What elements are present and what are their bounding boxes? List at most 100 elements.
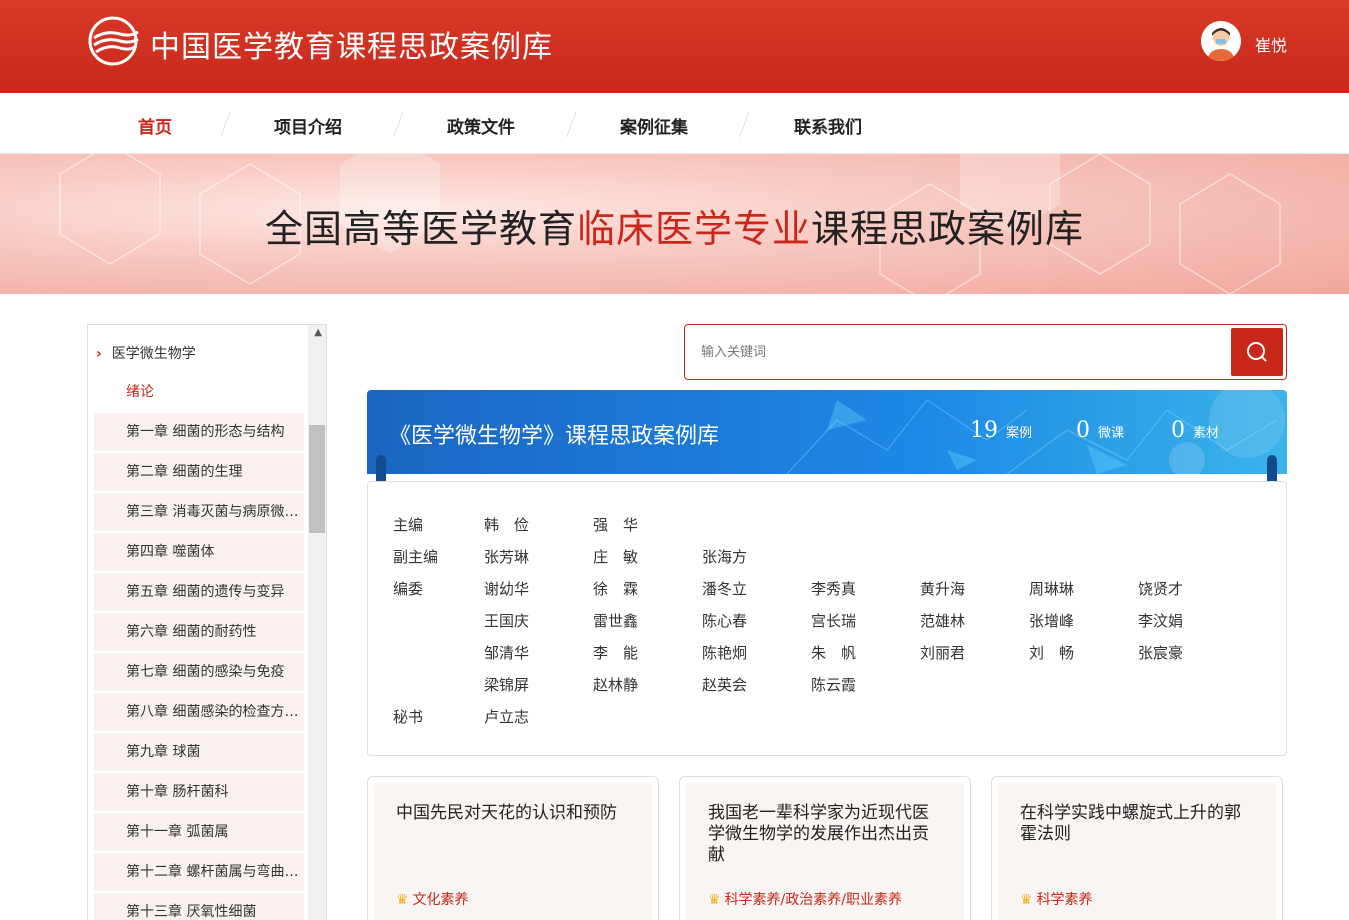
sidebar-item[interactable]: 第十二章 螺杆菌属与弯曲菌属 — [94, 853, 304, 891]
sidebar-item[interactable]: 第七章 细菌的感染与免疫 — [94, 653, 304, 691]
stat-microcourses[interactable]: 0 微课 — [1076, 418, 1124, 443]
course-title: 《医学微生物学》课程思政案例库 — [389, 424, 720, 449]
editor-name: 陈艳炯 — [702, 644, 748, 662]
stat-microcourses-count: 0 — [1076, 418, 1090, 443]
editor-name: 韩 俭 — [484, 516, 530, 534]
avatar[interactable] — [1201, 21, 1241, 61]
site-title[interactable]: 中国医学教育课程思政案例库 — [150, 22, 553, 66]
scroll-up-arrow-icon[interactable]: ▲ — [314, 327, 322, 338]
editor-name: 刘 畅 — [1029, 644, 1075, 662]
search-button[interactable] — [1231, 328, 1283, 376]
role-deputy-editor: 副主编 — [393, 548, 439, 566]
editor-name: 赵林静 — [593, 676, 639, 694]
sidebar-item[interactable]: 第十章 肠杆菌科 — [94, 773, 304, 811]
nav-divider — [393, 111, 404, 137]
sidebar-item[interactable]: 第十三章 厌氧性细菌 — [94, 893, 304, 920]
editors-panel: 主编 韩 俭 强 华 副主编 张芳琳 庄 敏 张海方 编委 谢幼华 徐 霖 潘冬… — [367, 481, 1287, 756]
sidebar-item[interactable]: 第五章 细菌的遗传与变异 — [94, 573, 304, 611]
hero-banner: 全国高等医学教育临床医学专业课程思政案例库 — [0, 154, 1349, 294]
stat-materials[interactable]: 0 素材 — [1171, 418, 1219, 443]
case-card[interactable]: 在科学实践中螺旋式上升的郭霍法则 ♛ 科学素养 — [991, 776, 1283, 920]
top-header: 中国医学教育课程思政案例库 崔悦 — [0, 0, 1349, 93]
editor-name: 朱 帆 — [811, 644, 857, 662]
user-avatar-icon — [1201, 21, 1241, 61]
editor-name: 范雄林 — [920, 612, 966, 630]
nav-contact[interactable]: 联系我们 — [794, 113, 862, 138]
editor-name: 陈云霞 — [811, 676, 857, 694]
sidebar-item[interactable]: 第八章 细菌感染的检查方法与防治原则 — [94, 693, 304, 731]
editor-name: 饶贤才 — [1138, 580, 1184, 598]
editor-name: 黄升海 — [920, 580, 966, 598]
case-card-tag-label: 文化素养 — [412, 892, 469, 908]
nav-home[interactable]: 首页 — [138, 113, 172, 138]
case-card[interactable]: 我国老一辈科学家为近现代医学微生物学的发展作出杰出贡献 ♛ 科学素养/政治素养/职… — [679, 776, 971, 920]
sidebar-item[interactable]: 第一章 细菌的形态与结构 — [94, 413, 304, 451]
course-header: 《医学微生物学》课程思政案例库 19 案例 0 微课 0 素材 — [367, 390, 1287, 474]
editor-name: 邹清华 — [484, 644, 530, 662]
editor-name: 徐 霖 — [593, 580, 639, 598]
editor-name: 卢立志 — [484, 708, 530, 726]
sidebar-root-label: 医学微生物学 — [111, 346, 196, 362]
sidebar-item[interactable]: 第二章 细菌的生理 — [94, 453, 304, 491]
editor-name: 刘丽君 — [920, 644, 966, 662]
editor-name: 陈心春 — [702, 612, 748, 630]
banner-title: 全国高等医学教育临床医学专业课程思政案例库 — [0, 198, 1349, 253]
stat-microcourses-label: 微课 — [1098, 426, 1125, 441]
editor-name: 庄 敏 — [593, 548, 639, 566]
banner-title-highlight: 临床医学专业 — [576, 207, 811, 251]
editor-name: 赵英会 — [702, 676, 748, 694]
editor-name: 周琳琳 — [1029, 580, 1075, 598]
editor-name: 李汶娟 — [1138, 612, 1184, 630]
scrollbar-thumb[interactable] — [309, 425, 325, 533]
sidebar-item[interactable]: 第十一章 弧菌属 — [94, 813, 304, 851]
case-card-title[interactable]: 中国先民对天花的认识和预防 — [396, 803, 632, 824]
crown-icon: ♛ — [1020, 892, 1033, 908]
stat-cases-count: 19 — [970, 418, 998, 443]
username[interactable]: 崔悦 — [1255, 32, 1287, 56]
role-committee: 编委 — [393, 580, 424, 598]
sidebar-item-intro[interactable]: 绪论 — [94, 373, 304, 411]
case-card-title[interactable]: 在科学实践中螺旋式上升的郭霍法则 — [1020, 803, 1256, 845]
sidebar-item[interactable]: 第三章 消毒灭菌与病原微生物实验室生物安全 — [94, 493, 304, 531]
sidebar-item[interactable]: 第四章 噬菌体 — [94, 533, 304, 571]
nav-divider — [739, 111, 750, 137]
search-icon — [1247, 342, 1267, 362]
sidebar-root-item[interactable]: › 医学微生物学 — [96, 343, 196, 363]
stat-cases[interactable]: 19 案例 — [970, 418, 1032, 443]
nav-project-intro[interactable]: 项目介绍 — [274, 113, 342, 138]
crown-icon: ♛ — [396, 892, 409, 908]
banner-title-suffix: 课程思政案例库 — [811, 207, 1085, 251]
sidebar-item[interactable]: 第六章 细菌的耐药性 — [94, 613, 304, 651]
role-secretary: 秘书 — [393, 708, 424, 726]
stat-materials-label: 素材 — [1193, 426, 1220, 441]
case-card-title[interactable]: 我国老一辈科学家为近现代医学微生物学的发展作出杰出贡献 — [708, 803, 944, 866]
case-card-tag: ♛ 科学素养 — [1020, 889, 1093, 909]
editor-name: 张海方 — [702, 548, 748, 566]
sidebar-item[interactable]: 第九章 球菌 — [94, 733, 304, 771]
editor-name: 雷世鑫 — [593, 612, 639, 630]
stat-cases-label: 案例 — [1006, 426, 1033, 441]
nav-divider — [566, 111, 577, 137]
chapter-sidebar: › 医学微生物学 绪论 第一章 细菌的形态与结构 第二章 细菌的生理 第三章 消毒… — [87, 324, 327, 920]
crown-icon: ♛ — [708, 892, 721, 908]
nav-divider — [220, 111, 231, 137]
case-card-body: 在科学实践中螺旋式上升的郭霍法则 ♛ 科学素养 — [998, 783, 1276, 920]
editor-name: 王国庆 — [484, 612, 530, 630]
search-input[interactable] — [701, 339, 1221, 365]
editor-name: 李 能 — [593, 644, 639, 662]
editor-name: 张芳琳 — [484, 548, 530, 566]
editor-name: 潘冬立 — [702, 580, 748, 598]
editor-name: 张增峰 — [1029, 612, 1075, 630]
case-card-tag-label: 科学素养 — [1036, 892, 1093, 908]
logo-icon[interactable] — [86, 16, 142, 66]
case-card[interactable]: 中国先民对天花的认识和预防 ♛ 文化素养 — [367, 776, 659, 920]
editor-name: 张宸豪 — [1138, 644, 1184, 662]
nav-policy-docs[interactable]: 政策文件 — [447, 113, 515, 138]
case-card-tag: ♛ 文化素养 — [396, 889, 469, 909]
case-card-body: 中国先民对天花的认识和预防 ♛ 文化素养 — [374, 783, 652, 920]
nav-case-collection[interactable]: 案例征集 — [620, 113, 688, 138]
banner-title-prefix: 全国高等医学教育 — [264, 207, 577, 251]
main-nav: 首页 项目介绍 政策文件 案例征集 联系我们 — [0, 93, 1349, 154]
case-card-tag: ♛ 科学素养/政治素养/职业素养 — [708, 889, 902, 909]
sidebar-scrollbar[interactable]: ▲ — [308, 325, 326, 920]
